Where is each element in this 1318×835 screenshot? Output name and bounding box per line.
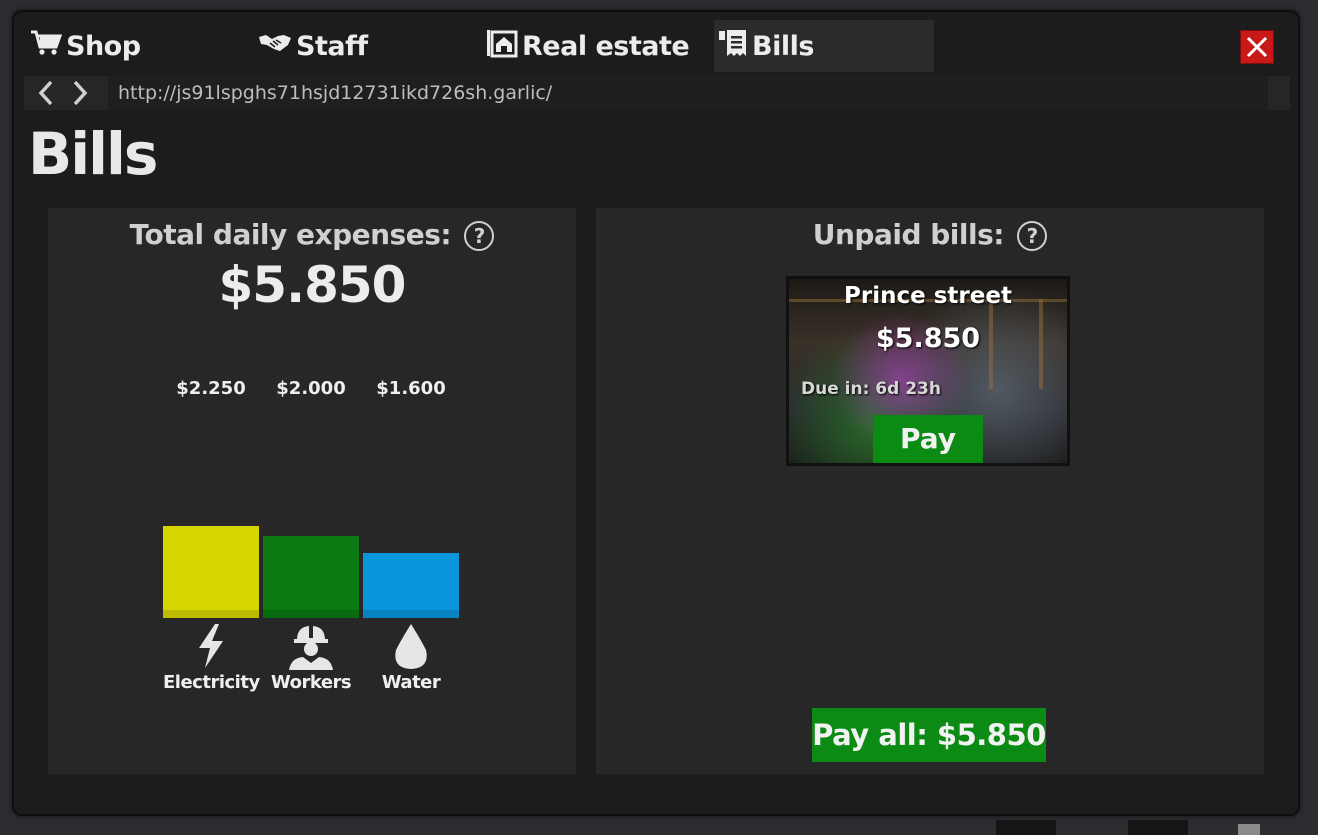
tab-label: Real estate xyxy=(522,30,690,62)
water-drop-icon xyxy=(363,622,459,672)
chevron-left-icon xyxy=(38,80,53,106)
bill-amount: $5.850 xyxy=(875,323,981,354)
taskbar-item[interactable] xyxy=(996,820,1056,835)
bill-card: Prince street $5.850 Due in: 6d 23h Pay xyxy=(786,276,1070,466)
url-field[interactable]: http://js91lspghs71hsjd12731ikd726sh.gar… xyxy=(108,76,1268,110)
tab-real-estate[interactable]: Real estate xyxy=(486,20,690,72)
pay-all-button[interactable]: Pay all: $5.850 xyxy=(812,708,1046,762)
address-bar: http://js91lspghs71hsjd12731ikd726sh.gar… xyxy=(24,76,1290,110)
category-label: Workers xyxy=(270,672,352,693)
expenses-panel: Total daily expenses: ? $5.850 $2.250 $2… xyxy=(48,208,576,774)
help-icon[interactable]: ? xyxy=(1017,221,1048,251)
tab-shop[interactable]: Shop xyxy=(30,20,141,72)
bar-value-label: $2.000 xyxy=(276,378,346,399)
total-expenses-value: $5.850 xyxy=(218,256,407,314)
worker-helmet-icon xyxy=(263,622,359,672)
chevron-right-icon xyxy=(73,80,88,106)
tab-staff[interactable]: Staff xyxy=(258,20,368,72)
taskbar-item[interactable] xyxy=(1238,824,1260,835)
category-label: Electricity xyxy=(163,672,260,693)
lightning-icon xyxy=(163,622,259,672)
expenses-heading: Total daily expenses: ? xyxy=(48,218,576,251)
bill-name: Prince street xyxy=(844,283,1012,309)
tab-label: Staff xyxy=(296,30,368,62)
browser-window: Shop Staff Real estate Bills http://js91… xyxy=(12,10,1300,816)
expenses-heading-text: Total daily expenses: xyxy=(129,218,452,251)
receipt-icon xyxy=(718,29,748,64)
close-icon xyxy=(1246,36,1268,58)
bar-workers xyxy=(263,536,359,618)
taskbar-item[interactable] xyxy=(1128,820,1188,835)
tab-label: Shop xyxy=(66,30,141,62)
bar-electricity xyxy=(163,526,259,618)
forward-button[interactable] xyxy=(66,79,92,107)
help-icon[interactable]: ? xyxy=(464,221,495,251)
bar-value-label: $2.250 xyxy=(176,378,246,399)
back-button[interactable] xyxy=(34,79,60,107)
unpaid-bills-panel: Unpaid bills: ? Prince street $5.850 Due… xyxy=(596,208,1264,774)
handshake-icon xyxy=(258,31,292,62)
pay-button[interactable]: Pay xyxy=(873,415,983,463)
cart-icon xyxy=(30,29,63,64)
page-title: Bills xyxy=(28,120,158,188)
tab-label: Bills xyxy=(752,30,814,62)
tab-bills[interactable]: Bills xyxy=(714,20,934,72)
tab-bar: Shop Staff Real estate Bills xyxy=(24,20,1290,76)
bar-water xyxy=(363,552,459,618)
unpaid-heading-text: Unpaid bills: xyxy=(812,218,1005,251)
category-label: Water xyxy=(381,672,441,693)
building-icon xyxy=(486,28,518,65)
bill-due-date: Due in: 6d 23h xyxy=(801,379,941,399)
close-button[interactable] xyxy=(1240,30,1274,64)
bar-value-label: $1.600 xyxy=(376,378,446,399)
unpaid-heading: Unpaid bills: ? xyxy=(596,218,1264,251)
